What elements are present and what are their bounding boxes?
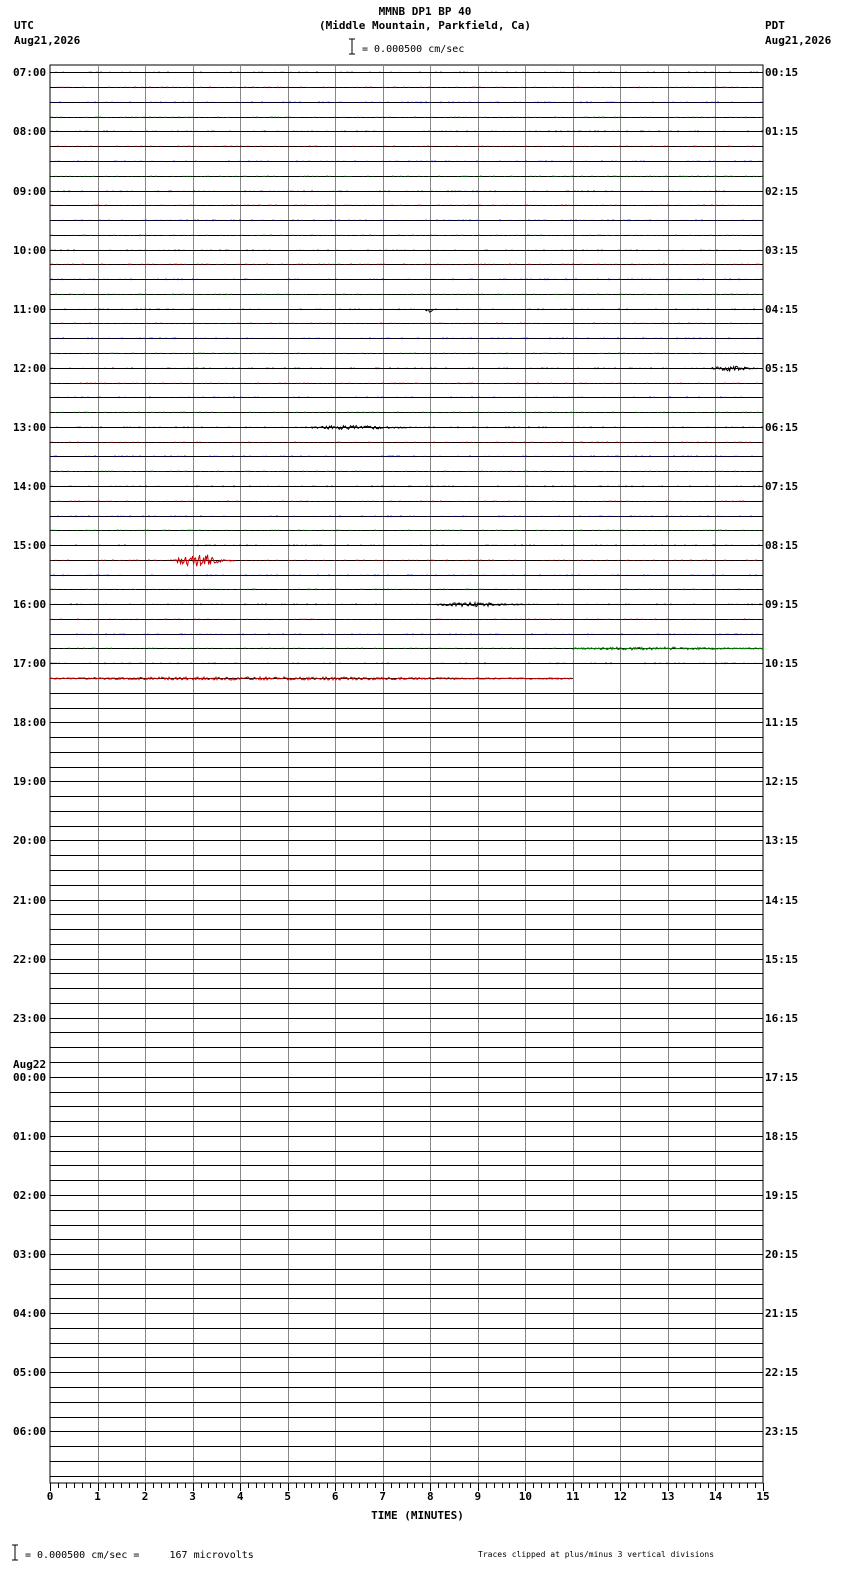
utc-hour-label: 23:00: [13, 1012, 46, 1025]
x-tick-label: 1: [94, 1490, 101, 1503]
utc-hour-label: 12:00: [13, 362, 46, 375]
x-tick-label: 12: [614, 1490, 627, 1503]
x-tick-label: 2: [142, 1490, 149, 1503]
pdt-hour-label: 16:15: [765, 1012, 798, 1025]
utc-hour-label: 16:00: [13, 598, 46, 611]
pdt-hour-label: 12:15: [765, 775, 798, 788]
utc-hour-label: 06:00: [13, 1425, 46, 1438]
utc-hour-label: 11:00: [13, 303, 46, 316]
utc-hour-label: 07:00: [13, 66, 46, 79]
plot-frame: [49, 64, 764, 1484]
pdt-hour-label: 05:15: [765, 362, 798, 375]
utc-hour-label: 05:00: [13, 1366, 46, 1379]
x-tick-label: 11: [566, 1490, 580, 1503]
x-tick-label: 6: [332, 1490, 339, 1503]
date-change-label: Aug22: [13, 1058, 46, 1071]
x-tick-label: 9: [474, 1490, 481, 1503]
utc-hour-label: 03:00: [13, 1248, 46, 1261]
pdt-hour-label: 02:15: [765, 185, 798, 198]
utc-hour-label: 17:00: [13, 657, 46, 670]
pdt-hour-label: 22:15: [765, 1366, 798, 1379]
pdt-hour-label: 08:15: [765, 539, 798, 552]
pdt-hour-label: 01:15: [765, 125, 798, 138]
pdt-hour-label: 14:15: [765, 894, 798, 907]
utc-hour-label: 18:00: [13, 716, 46, 729]
utc-hour-label: 01:00: [13, 1130, 46, 1143]
utc-hour-label: 14:00: [13, 480, 46, 493]
x-axis-label: TIME (MINUTES): [371, 1509, 464, 1522]
utc-hour-label: 08:00: [13, 125, 46, 138]
pdt-hour-label: 04:15: [765, 303, 798, 316]
pdt-hour-label: 06:15: [765, 421, 798, 434]
utc-hour-label: 20:00: [13, 834, 46, 847]
clip-note: Traces clipped at plus/minus 3 vertical …: [478, 1550, 715, 1559]
helicorder-plot: 0 1 2 3 4 5 6 7 8 9 10 11 12 13 14 1507:0008:0009:0010:…: [13, 64, 798, 1503]
pdt-hour-label: 17:15: [765, 1071, 798, 1084]
utc-hour-label: 09:00: [13, 185, 46, 198]
pdt-hour-label: 18:15: [765, 1130, 798, 1143]
pdt-hour-label: 00:15: [765, 66, 798, 79]
pdt-hour-label: 21:15: [765, 1307, 798, 1320]
pdt-hour-label: 11:15: [765, 716, 798, 729]
x-tick-label: 8: [427, 1490, 434, 1503]
utc-hour-label: 13:00: [13, 421, 46, 434]
x-tick-label: 10: [519, 1490, 532, 1503]
x-tick-label: 15: [756, 1490, 769, 1503]
x-tick-label: 14: [709, 1490, 723, 1503]
utc-hour-label: 15:00: [13, 539, 46, 552]
footer-scale-bar-icon: [12, 1544, 18, 1561]
pdt-hour-label: 13:15: [765, 834, 798, 847]
pdt-hour-label: 20:15: [765, 1248, 798, 1261]
x-tick-label: 13: [661, 1490, 674, 1503]
x-tick-label: 0: [47, 1490, 54, 1503]
utc-hour-label: 19:00: [13, 775, 46, 788]
utc-hour-label: 02:00: [13, 1189, 46, 1202]
footer-scale-text: = 0.000500 cm/sec = 167 microvolts: [25, 1550, 254, 1561]
utc-hour-label: 00:00: [13, 1071, 46, 1084]
pdt-hour-label: 07:15: [765, 480, 798, 493]
x-tick-label: 3: [189, 1490, 196, 1503]
x-tick-label: 4: [237, 1490, 244, 1503]
x-tick-label: 7: [379, 1490, 386, 1503]
pdt-hour-label: 23:15: [765, 1425, 798, 1438]
utc-hour-label: 04:00: [13, 1307, 46, 1320]
utc-hour-label: 22:00: [13, 953, 46, 966]
pdt-hour-label: 10:15: [765, 657, 798, 670]
pdt-hour-label: 09:15: [765, 598, 798, 611]
utc-hour-label: 10:00: [13, 244, 46, 257]
x-tick-label: 5: [284, 1490, 291, 1503]
trace-event: [310, 424, 407, 431]
pdt-hour-label: 19:15: [765, 1189, 798, 1202]
pdt-hour-label: 15:15: [765, 953, 798, 966]
utc-hour-label: 21:00: [13, 894, 46, 907]
pdt-hour-label: 03:15: [765, 244, 798, 257]
